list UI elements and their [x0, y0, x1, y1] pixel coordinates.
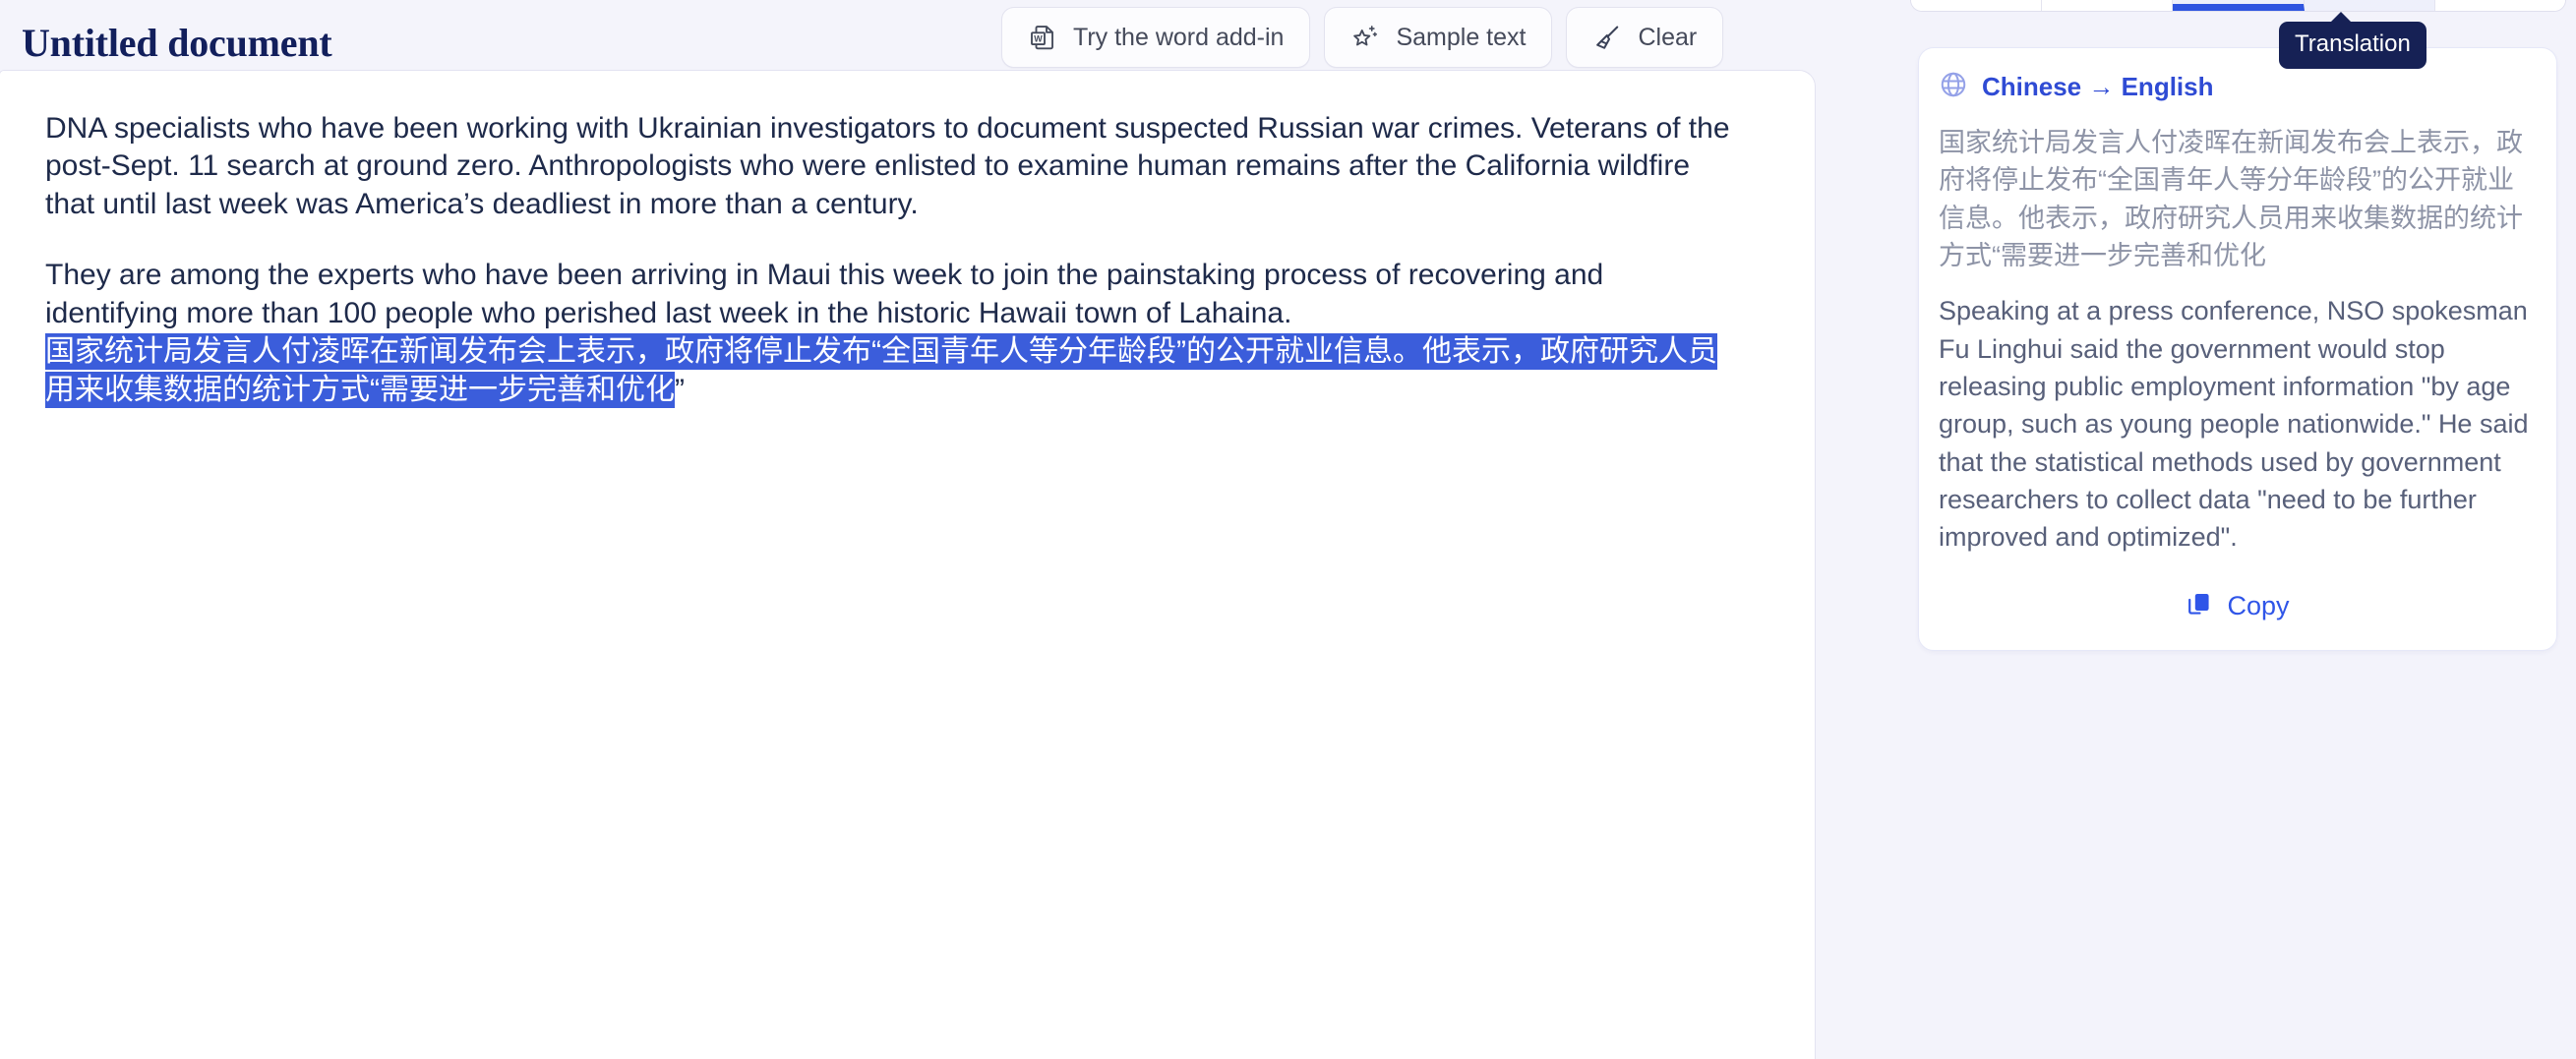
selected-text-highlight[interactable]: 国家统计局发言人付凌晖在新闻发布会上表示，政府将停止发布“全国青年人等分年龄段”…	[45, 332, 1717, 409]
tab-slot-4[interactable]	[2304, 0, 2435, 11]
document-title[interactable]: Untitled document	[22, 20, 332, 66]
language-pair-label: Chinese → English	[1982, 72, 2214, 101]
translation-tooltip: Translation	[2279, 12, 2426, 69]
language-pair-row[interactable]: Chinese → English	[1939, 70, 2537, 104]
editor-toolbar: W Try the word add-in Sample text Clear	[1001, 7, 1724, 68]
copy-button[interactable]: Copy	[1939, 586, 2537, 632]
sparkle-star-icon	[1350, 22, 1380, 53]
document-body[interactable]: DNA specialists who have been working wi…	[45, 110, 1737, 410]
translation-side-pane: Translation Chinese → English 国家统计局发言人付凌…	[1900, 0, 2576, 1059]
tab-slot-translation-active[interactable]	[2173, 0, 2305, 11]
clear-label: Clear	[1638, 23, 1698, 51]
document-sheet[interactable]: DNA specialists who have been working wi…	[0, 71, 1815, 1059]
app-root: Untitled document W Try the word add-in	[0, 0, 2576, 1059]
clear-button[interactable]: Clear	[1566, 7, 1724, 68]
selected-text-trailing-quote: ”	[675, 374, 685, 407]
translated-text: Speaking at a press conference, NSO spok…	[1939, 296, 2529, 553]
try-word-addin-button[interactable]: W Try the word add-in	[1001, 7, 1311, 68]
document-paragraph: DNA specialists who have been working wi…	[45, 112, 1730, 220]
editor-pane: Untitled document W Try the word add-in	[0, 0, 1900, 1059]
translation-card: Chinese → English 国家统计局发言人付凌晖在新闻发布会上表示，政…	[1918, 47, 2557, 651]
source-text: 国家统计局发言人付凌晖在新闻发布会上表示，政府将停止发布“全国青年人等分年龄段”…	[1939, 128, 2523, 270]
broom-icon	[1592, 22, 1622, 53]
tab-slot-2[interactable]	[2042, 0, 2174, 11]
sample-text-button[interactable]: Sample text	[1324, 7, 1553, 68]
copy-label: Copy	[2227, 590, 2290, 620]
document-paragraph-text: They are among the experts who have been…	[45, 259, 1604, 329]
panel-tab-strip[interactable]	[1910, 0, 2566, 12]
sample-text-label: Sample text	[1396, 23, 1527, 51]
document-paragraph-with-selection: They are among the experts who have been…	[45, 257, 1737, 410]
copy-icon	[2186, 590, 2213, 622]
tab-slot-1[interactable]	[1911, 0, 2043, 11]
word-document-icon: W	[1028, 22, 1057, 53]
tab-slot-5[interactable]	[2434, 0, 2565, 11]
svg-text:W: W	[1034, 33, 1043, 43]
try-word-addin-label: Try the word add-in	[1073, 23, 1285, 51]
globe-icon	[1939, 70, 1968, 104]
